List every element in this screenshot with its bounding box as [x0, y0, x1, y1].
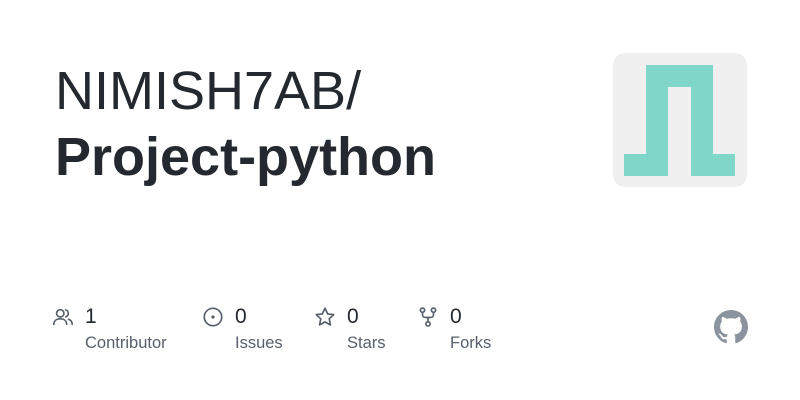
issue-count: 0 [235, 305, 247, 328]
fork-icon [417, 306, 439, 328]
stat-forks[interactable]: 0 Forks [417, 304, 491, 364]
issue-label: Issues [235, 334, 283, 352]
repo-owner[interactable]: NIMISH7AB/ [55, 58, 575, 124]
fork-label: Forks [450, 334, 492, 352]
issue-icon [202, 306, 224, 328]
repo-stats: 1 Contributor 0 Issues 0 Stars 0 Forks [52, 304, 572, 364]
star-icon [314, 306, 336, 328]
star-count: 0 [347, 305, 359, 328]
stat-stars[interactable]: 0 Stars [314, 304, 386, 364]
owner-avatar[interactable] [613, 53, 747, 187]
repo-title: NIMISH7AB/ Project-python [55, 58, 575, 190]
github-icon[interactable] [714, 310, 748, 344]
identicon-icon [624, 65, 735, 176]
repo-social-card: NIMISH7AB/ Project-python 1 Contributor [0, 0, 800, 400]
contributor-count: 1 [85, 305, 97, 328]
people-icon [52, 306, 74, 328]
fork-count: 0 [450, 305, 462, 328]
repo-name[interactable]: Project-python [55, 124, 575, 190]
contributor-label: Contributor [85, 334, 167, 352]
stat-issues[interactable]: 0 Issues [202, 304, 283, 364]
star-label: Stars [347, 334, 386, 352]
stat-contributors[interactable]: 1 Contributor [52, 304, 167, 364]
